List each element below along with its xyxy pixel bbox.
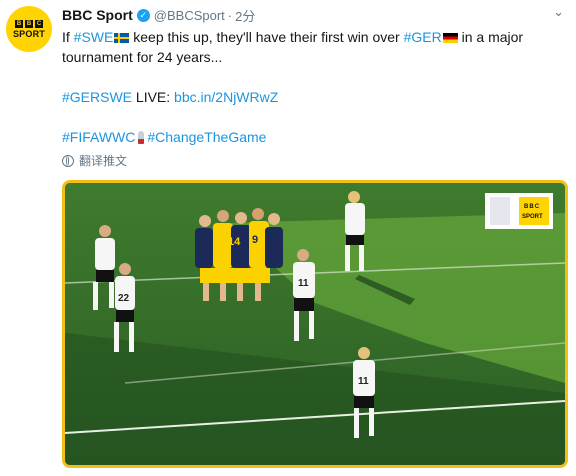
avatar-sport-text: SPORT bbox=[12, 28, 45, 39]
verified-icon: ✓ bbox=[136, 8, 150, 22]
trophy-icon bbox=[138, 131, 145, 144]
text-segment: If bbox=[62, 29, 74, 45]
tweet-text: If #SWE keep this up, they'll have their… bbox=[62, 27, 562, 147]
bbc-logo-blocks: B B C bbox=[15, 19, 43, 28]
hashtag-fifawwc[interactable]: #FIFAWWC bbox=[62, 129, 135, 145]
hashtag-ger[interactable]: #GER bbox=[404, 29, 442, 45]
avatar[interactable]: B B C SPORT bbox=[6, 6, 52, 52]
shirt-number: 9 bbox=[252, 234, 258, 246]
bbc-letter: B bbox=[25, 19, 33, 28]
chevron-down-icon[interactable]: ⌄ bbox=[553, 4, 564, 20]
tweet-card[interactable]: B B C SPORT BBC Sport ✓ @BBCSport · 2分 ⌄… bbox=[0, 0, 576, 476]
account-name[interactable]: BBC Sport bbox=[62, 7, 133, 23]
overlay-bbc-text: BBC bbox=[524, 204, 540, 210]
shirt-number: 11 bbox=[358, 376, 369, 387]
tweet-header: BBC Sport ✓ @BBCSport · 2分 bbox=[62, 6, 255, 24]
shirt-number: 22 bbox=[118, 293, 130, 304]
bbc-letter: C bbox=[35, 19, 43, 28]
shirt-number: 14 bbox=[228, 236, 241, 248]
hashtag-gerswe[interactable]: #GERSWE bbox=[62, 89, 132, 105]
timestamp[interactable]: 2分 bbox=[235, 6, 255, 25]
overlay-sport-text: SPORT bbox=[522, 214, 543, 220]
hashtag-swe[interactable]: #SWE bbox=[74, 29, 114, 45]
tweet-line-3: #FIFAWWC #ChangeTheGame bbox=[62, 127, 562, 147]
text-segment: keep this up, they'll have their first w… bbox=[129, 29, 404, 45]
football-photo: 14 9 22 11 11 BBC SPORT bbox=[65, 183, 565, 465]
translate-tweet-link[interactable]: 翻译推文 bbox=[62, 152, 127, 169]
hashtag-changethegame[interactable]: #ChangeTheGame bbox=[147, 129, 266, 145]
globe-icon bbox=[62, 154, 74, 167]
translate-label: 翻译推文 bbox=[79, 154, 128, 168]
tweet-line-2: #GERSWE LIVE: bbc.in/2NjWRwZ bbox=[62, 87, 562, 107]
bbc-letter: B bbox=[15, 19, 23, 28]
broadcast-logo-overlay: BBC SPORT bbox=[485, 193, 553, 229]
live-label: LIVE: bbox=[132, 89, 175, 105]
live-link[interactable]: bbc.in/2NjWRwZ bbox=[174, 89, 278, 105]
germany-flag-icon bbox=[442, 33, 458, 43]
tweet-media-image[interactable]: 14 9 22 11 11 BBC SPORT bbox=[62, 180, 568, 468]
tweet-line-1: If #SWE keep this up, they'll have their… bbox=[62, 27, 562, 67]
sweden-flag-icon bbox=[114, 33, 130, 43]
account-handle[interactable]: @BBCSport bbox=[154, 8, 225, 23]
shirt-number: 11 bbox=[298, 278, 309, 289]
separator: · bbox=[227, 7, 233, 23]
